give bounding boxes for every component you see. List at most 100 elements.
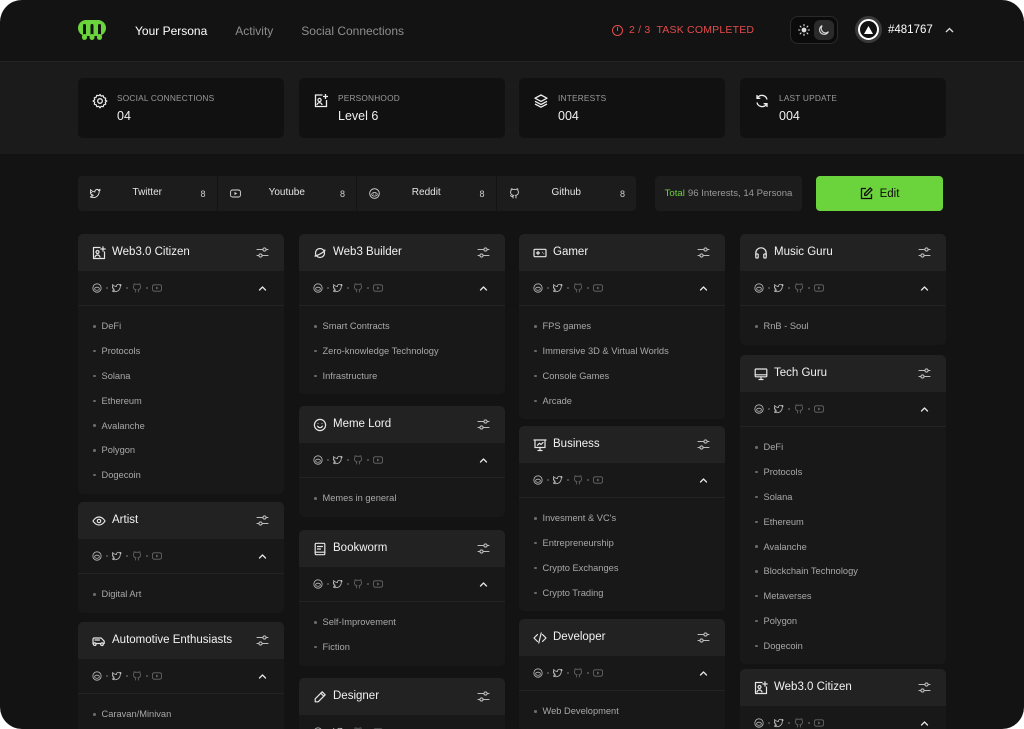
interest-item: Polygon bbox=[740, 609, 946, 634]
stat-last-update: LAST UPDATE 004 bbox=[740, 78, 946, 138]
filter-count: 8 bbox=[200, 189, 206, 199]
nav-activity[interactable]: Activity bbox=[235, 24, 273, 38]
interest-item: FPS games bbox=[519, 314, 725, 339]
card-title: Web3.0 Citizen bbox=[774, 681, 852, 693]
chevron-up-icon[interactable] bbox=[479, 284, 488, 293]
youtube-icon bbox=[814, 718, 824, 728]
github-icon bbox=[794, 404, 804, 414]
car-icon bbox=[92, 634, 106, 648]
card-title: Automotive Enthusiasts bbox=[112, 634, 233, 646]
adjust-icon[interactable] bbox=[918, 367, 931, 380]
chevron-up-icon[interactable] bbox=[945, 27, 954, 33]
reddit-icon bbox=[92, 671, 102, 681]
alert-circle-icon bbox=[612, 24, 623, 36]
twitter-icon bbox=[112, 283, 122, 293]
chevron-up-icon[interactable] bbox=[920, 284, 929, 293]
chevron-up-icon[interactable] bbox=[920, 405, 929, 414]
filter-youtube[interactable]: Youtube 8 bbox=[217, 176, 357, 211]
reddit-icon bbox=[533, 668, 543, 678]
adjust-icon[interactable] bbox=[477, 690, 490, 703]
user-menu[interactable]: #481767 bbox=[855, 16, 954, 43]
gamepad-icon bbox=[533, 246, 547, 260]
github-icon bbox=[353, 283, 363, 293]
chevron-up-icon[interactable] bbox=[699, 476, 708, 485]
persona-card-bookworm: Bookworm Self-Improvement Fiction bbox=[299, 530, 505, 666]
filter-name: Github bbox=[551, 187, 581, 198]
persona-card-web3-builder: Web3 Builder Smart Contracts Zero-knowledg… bbox=[299, 234, 505, 395]
github-icon bbox=[132, 551, 142, 561]
reddit-icon bbox=[754, 718, 764, 728]
sun-icon[interactable] bbox=[794, 20, 814, 40]
adjust-icon[interactable] bbox=[477, 246, 490, 259]
github-icon bbox=[132, 671, 142, 681]
github-icon bbox=[573, 283, 583, 293]
interest-list: Caravan/Minivan bbox=[78, 694, 284, 729]
stat-value: 04 bbox=[117, 109, 131, 123]
card-sources bbox=[740, 706, 946, 729]
stat-value: 004 bbox=[779, 109, 800, 123]
interest-item: Ethereum bbox=[78, 388, 284, 413]
interest-item: Memes in general bbox=[299, 486, 505, 511]
twitter-icon bbox=[774, 404, 784, 414]
twitter-icon bbox=[333, 283, 343, 293]
chevron-up-icon[interactable] bbox=[920, 719, 929, 728]
adjust-icon[interactable] bbox=[477, 418, 490, 431]
reddit-icon bbox=[533, 475, 543, 485]
interest-item: Self-Improvement bbox=[299, 610, 505, 635]
filter-github[interactable]: Github 8 bbox=[496, 176, 636, 211]
adjust-icon[interactable] bbox=[918, 681, 931, 694]
interest-item: Smart Contracts bbox=[299, 314, 505, 339]
interest-item: Caravan/Minivan bbox=[78, 702, 284, 727]
card-sources bbox=[740, 392, 946, 427]
adjust-icon[interactable] bbox=[256, 246, 269, 259]
chevron-up-icon[interactable] bbox=[258, 672, 267, 681]
headphones-icon bbox=[754, 246, 768, 260]
app-logo[interactable] bbox=[78, 18, 106, 42]
card-title: Bookworm bbox=[333, 542, 388, 554]
chevron-up-icon[interactable] bbox=[479, 580, 488, 589]
card-title: Designer bbox=[333, 690, 380, 702]
chevron-up-icon[interactable] bbox=[479, 456, 488, 465]
adjust-icon[interactable] bbox=[697, 246, 710, 259]
chevron-up-icon[interactable] bbox=[699, 284, 708, 293]
adjust-icon[interactable] bbox=[697, 438, 710, 451]
chevron-up-icon[interactable] bbox=[258, 284, 267, 293]
layers-icon bbox=[533, 93, 549, 109]
twitter-icon bbox=[774, 283, 784, 293]
adjust-icon[interactable] bbox=[256, 514, 269, 527]
nav-your-persona[interactable]: Your Persona bbox=[135, 24, 207, 38]
github-icon bbox=[573, 668, 583, 678]
youtube-icon bbox=[814, 404, 824, 414]
chevron-up-icon[interactable] bbox=[258, 552, 267, 561]
interest-list: FPS games Immersive 3D & Virtual Worlds Co… bbox=[519, 306, 725, 419]
persona-card-web3-0-citizen: Web3.0 Citizen bbox=[740, 669, 946, 729]
theme-toggle[interactable] bbox=[790, 16, 838, 44]
total-text: 96 Interests, 14 Persona bbox=[687, 188, 793, 199]
interest-item: Ethereum bbox=[740, 509, 946, 534]
id-card-icon bbox=[92, 246, 106, 260]
card-title: Business bbox=[553, 438, 600, 450]
adjust-icon[interactable] bbox=[477, 542, 490, 555]
filter-twitter[interactable]: Twitter 8 bbox=[78, 176, 218, 211]
total-summary: Total 96 Interests, 14 Persona bbox=[655, 176, 802, 211]
filter-reddit[interactable]: Reddit 8 bbox=[357, 176, 497, 211]
moon-icon[interactable] bbox=[814, 20, 834, 40]
stat-personhood: PERSONHOOD Level 6 bbox=[299, 78, 505, 138]
twitter-icon bbox=[333, 579, 343, 589]
edit-button[interactable]: Edit bbox=[816, 176, 943, 211]
chevron-up-icon[interactable] bbox=[699, 669, 708, 678]
card-header: Web3 Builder bbox=[299, 234, 505, 271]
card-header: Bookworm bbox=[299, 530, 505, 567]
card-title: Web3.0 Citizen bbox=[112, 246, 190, 258]
card-header: Designer bbox=[299, 678, 505, 715]
interest-item: Crypto Trading bbox=[519, 580, 725, 605]
github-icon bbox=[573, 475, 583, 485]
gear-icon bbox=[92, 93, 108, 109]
adjust-icon[interactable] bbox=[256, 634, 269, 647]
card-header: Web3.0 Citizen bbox=[740, 669, 946, 706]
adjust-icon[interactable] bbox=[697, 631, 710, 644]
nav-social-connections[interactable]: Social Connections bbox=[301, 24, 404, 38]
filter-name: Reddit bbox=[411, 187, 441, 198]
card-header: Web3.0 Citizen bbox=[78, 234, 284, 271]
adjust-icon[interactable] bbox=[918, 246, 931, 259]
